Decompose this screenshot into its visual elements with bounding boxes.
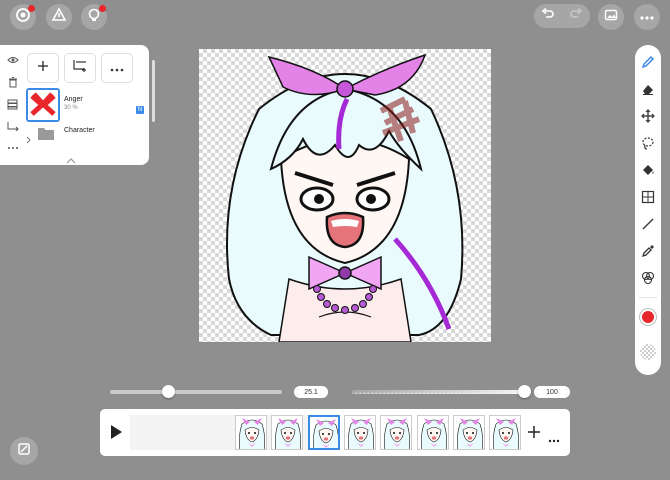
image-button[interactable] [598,4,624,30]
frame-thumbnail [384,418,411,449]
image-icon [604,8,618,27]
timeline-more-icon[interactable] [548,430,560,448]
layer-item-character[interactable]: Character [26,125,146,145]
undo-redo-group [534,4,590,28]
layer-panel-scrollbar[interactable] [152,60,155,122]
current-color-circle [640,309,656,325]
timeline-frame[interactable] [343,415,376,450]
layer-name: Anger [64,96,83,103]
plus-icon [37,59,49,77]
fill-icon[interactable] [639,161,657,179]
toolbar-divider [639,297,657,298]
expand-chevron-icon[interactable] [26,131,32,149]
layer-opacity: 30 % [64,105,78,111]
clip-layer-icon[interactable] [6,119,20,133]
folder-icon [37,125,55,146]
layer-name: Character [64,127,95,134]
brush-opacity-slider[interactable] [352,390,524,394]
layers-stack-icon[interactable] [6,97,20,111]
collapse-chevron-icon[interactable] [66,151,76,169]
layer-options-button[interactable] [101,53,133,83]
more-menu-button[interactable] [634,4,660,30]
brush-size-value[interactable]: 25.1 [294,386,328,398]
timeline-frame[interactable] [416,415,449,450]
color-swatch[interactable] [639,308,657,326]
lasso-icon[interactable] [639,134,657,152]
brush-opacity-knob[interactable] [518,385,531,398]
frame-thumbnail [420,418,447,449]
frame-thumbnail [275,418,302,449]
notification-badge [99,5,106,12]
move-icon[interactable] [639,107,657,125]
brush-size-knob[interactable] [162,385,176,398]
timeline-frame[interactable] [235,415,267,450]
adjust-button[interactable] [46,4,72,30]
layer-thumbnail [26,88,60,122]
eraser-icon[interactable] [639,80,657,98]
undo-icon[interactable] [541,7,555,26]
more-icon [110,59,124,77]
timeline-frame[interactable] [452,415,485,450]
frame-thumbnail [456,418,483,449]
pen-icon[interactable] [639,53,657,71]
adjust-icon [51,6,67,28]
line-icon[interactable] [639,215,657,233]
frame-thumbnail [239,418,265,449]
timeline-frame[interactable] [307,415,340,450]
reference-button[interactable] [10,437,38,465]
timeline-frame[interactable] [380,415,413,450]
layer-mode-badge[interactable]: N [136,106,144,114]
layer-item-anger[interactable]: Anger 30 % N [26,88,146,124]
ruler-icon[interactable] [639,188,657,206]
timeline-frame[interactable] [271,415,304,450]
eyedropper-icon[interactable] [639,242,657,260]
drawing-canvas[interactable] [199,49,491,342]
frame-thumbnail [493,418,520,449]
animation-timeline [100,409,570,456]
gallery-button[interactable] [10,4,36,30]
layer-more-icon[interactable] [6,141,20,155]
add-folder-icon [72,59,88,78]
brush-opacity-value[interactable]: 100 [534,386,570,398]
character-artwork [226,53,464,342]
transparency-swatch[interactable] [639,343,657,361]
transparency-circle [640,344,656,360]
trash-icon[interactable] [6,75,20,89]
layer-effect-icon[interactable] [639,269,657,287]
reference-icon [16,441,32,462]
redo-icon[interactable] [569,7,583,26]
brush-size-slider[interactable] [110,390,282,394]
add-frame-icon[interactable] [527,425,541,444]
layer-panel: Anger 30 % N Character [0,45,149,165]
play-icon[interactable] [109,424,123,445]
add-layer-button[interactable] [27,53,59,83]
tips-button[interactable] [81,4,107,30]
visibility-icon[interactable] [6,53,20,67]
frame-thumbnail [347,418,374,449]
tool-sidebar [635,45,661,375]
add-folder-button[interactable] [64,53,96,83]
timeline-frame[interactable] [489,415,522,450]
frame-thumbnail [312,419,338,448]
more-icon [639,8,655,26]
notification-badge [28,5,35,12]
